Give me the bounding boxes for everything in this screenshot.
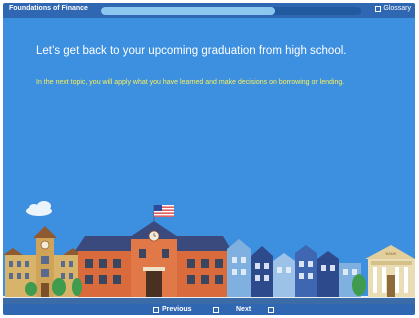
town-illustration: BANK xyxy=(3,201,415,304)
bottom-bar: Previous Next xyxy=(3,304,415,315)
row-houses xyxy=(227,239,361,297)
progress-bar-fill xyxy=(101,7,276,15)
progress-bar xyxy=(101,7,361,15)
content-area: Let’s get back to your upcoming graduati… xyxy=(3,18,415,304)
glossary-button[interactable]: Glossary xyxy=(375,5,411,12)
instruction-text: In the next topic, you will apply what y… xyxy=(36,79,345,86)
square-icon xyxy=(375,5,382,12)
next-label: Next xyxy=(236,306,252,313)
course-title: Foundations of Finance xyxy=(9,5,88,12)
clock-tower-building xyxy=(3,226,83,297)
bank-building: BANK xyxy=(365,245,415,297)
tree-bank xyxy=(352,274,366,296)
course-window: Foundations of Finance Glossary Let’s ge… xyxy=(3,3,415,315)
page-heading: Let’s get back to your upcoming graduati… xyxy=(36,45,347,57)
next-button[interactable]: Next xyxy=(213,304,275,315)
glossary-label: Glossary xyxy=(383,5,411,12)
previous-label: Previous xyxy=(162,306,192,313)
top-bar: Foundations of Finance Glossary xyxy=(3,3,415,18)
square-icon xyxy=(153,306,159,313)
cloud xyxy=(26,201,52,216)
square-icon xyxy=(213,306,219,313)
ground xyxy=(3,297,415,304)
square-icon xyxy=(268,306,275,313)
previous-button[interactable]: Previous xyxy=(153,304,192,315)
bank-sign: BANK xyxy=(386,251,397,256)
school-building xyxy=(75,205,232,297)
